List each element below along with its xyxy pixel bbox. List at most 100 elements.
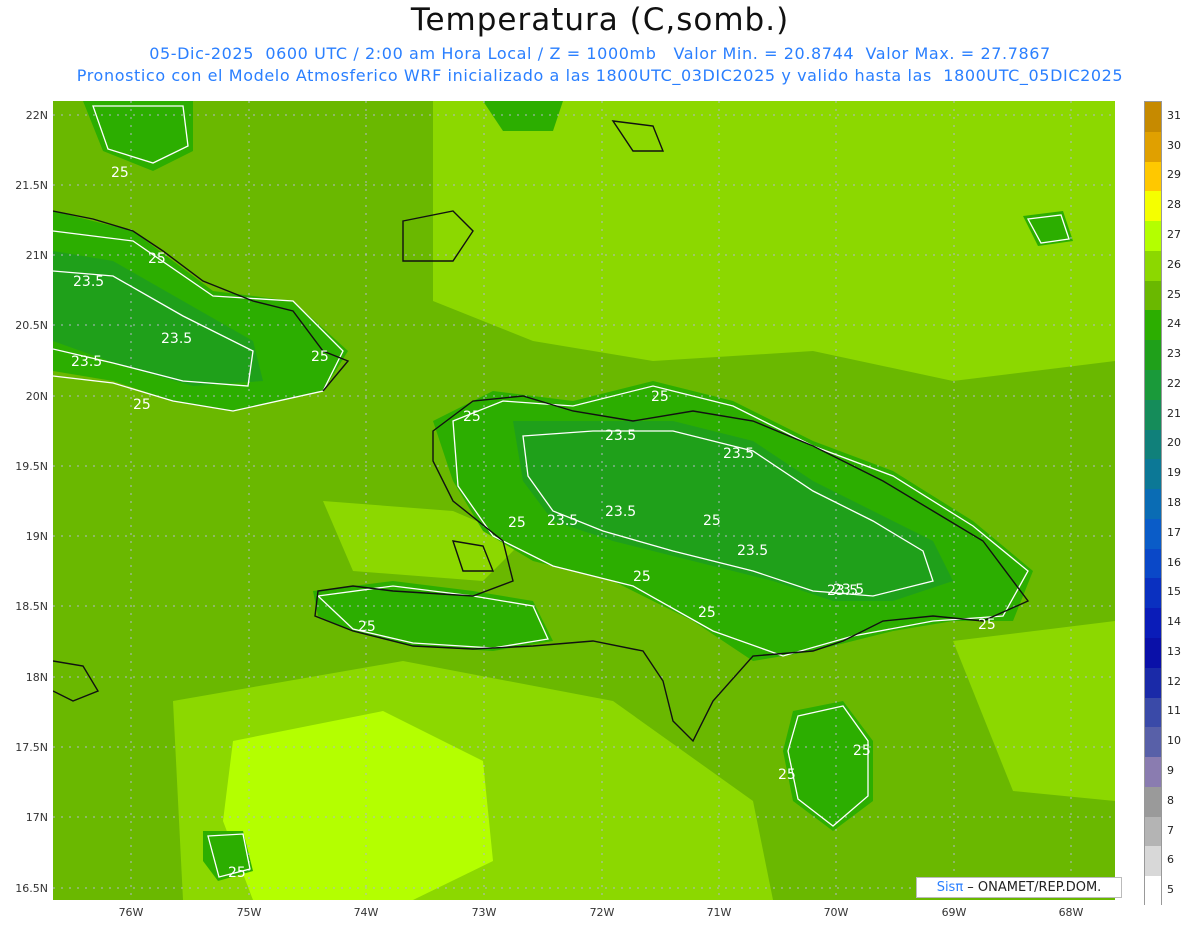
colorbar-swatch	[1145, 310, 1161, 341]
contour-label: 25	[111, 165, 129, 181]
lon-label: 69W	[941, 906, 967, 919]
contour-label: 25	[508, 515, 526, 531]
lat-label: 19N	[25, 530, 48, 543]
lon-label: 74W	[353, 906, 379, 919]
lat-label: 22N	[25, 109, 48, 122]
contour-label: 23.5	[71, 354, 102, 370]
contour-label: 25	[311, 349, 329, 365]
colorbar-label: 5	[1167, 883, 1174, 897]
colorbar-label: 11	[1167, 704, 1181, 718]
lat-label: 20N	[25, 390, 48, 403]
colorbar-swatch	[1145, 757, 1161, 788]
colorbar-swatch	[1145, 459, 1161, 490]
lon-label: 76W	[118, 906, 144, 919]
colorbar-label: 15	[1167, 585, 1181, 599]
colorbar-swatch	[1145, 667, 1161, 699]
contour-label: 25	[148, 251, 166, 267]
colorbar-swatch	[1145, 191, 1161, 222]
lon-label: 70W	[823, 906, 849, 919]
lon-label: 72W	[589, 906, 615, 919]
colorbar-label: 25	[1167, 287, 1181, 301]
colorbar-swatch	[1145, 340, 1161, 371]
colorbar-swatch	[1145, 727, 1161, 758]
colorbar-swatch	[1145, 370, 1161, 401]
credit-text: – ONAMET/REP.DOM.	[963, 880, 1102, 895]
colorbar-label: 18	[1167, 496, 1181, 509]
colorbar-swatch	[1145, 816, 1161, 847]
colorbar-swatch	[1145, 221, 1161, 252]
contour-label: 23.5	[605, 504, 636, 520]
colorbar-swatch	[1145, 697, 1161, 728]
colorbar-swatch	[1145, 608, 1161, 639]
lat-label: 18.5N	[15, 600, 48, 613]
contour-label: 25	[651, 389, 669, 405]
colorbar-label: 19	[1167, 466, 1181, 480]
colorbar-label: 8	[1167, 793, 1174, 807]
contour-label: 23.5	[73, 274, 104, 290]
lat-label: 19.5N	[15, 460, 48, 473]
colorbar-swatch	[1145, 429, 1161, 460]
contour-label: 23.5	[723, 446, 754, 462]
colorbar-label: 22	[1167, 376, 1181, 390]
colorbar-swatch	[1145, 161, 1161, 192]
lon-label: 68W	[1058, 906, 1084, 919]
lat-label: 21.5N	[15, 179, 48, 192]
contour-label: 23.5	[161, 331, 192, 347]
lat-label: 21N	[25, 249, 48, 262]
colorbar-swatch	[1145, 250, 1161, 282]
contour-label: 25	[228, 865, 246, 881]
colorbar-swatch	[1145, 131, 1161, 163]
colorbar-label: 26	[1167, 257, 1181, 271]
lon-label: 71W	[706, 906, 732, 919]
colorbar-label: 31	[1167, 108, 1181, 122]
colorbar-label: 21	[1167, 406, 1181, 420]
lon-label: 73W	[471, 906, 497, 919]
colorbar-label: 9	[1167, 764, 1174, 777]
colorbar-swatch	[1145, 280, 1161, 311]
credit-brand: Sisπ	[936, 880, 964, 895]
contour-label: 25	[853, 743, 871, 759]
contour-label: 25	[978, 617, 996, 633]
colorbar-label: 24	[1167, 317, 1181, 331]
contour-label: 23.5	[605, 428, 636, 444]
colorbar-swatch	[1145, 518, 1161, 550]
colorbar-swatch	[1145, 548, 1161, 579]
lat-label: 17N	[25, 811, 48, 824]
contour-label: 25	[358, 619, 376, 635]
colorbar-swatch	[1145, 489, 1161, 520]
contour-label: 23.5	[737, 543, 768, 559]
colorbar-swatch	[1145, 846, 1161, 877]
colorbar-label: 30	[1167, 138, 1181, 152]
colorbar-swatch	[1145, 578, 1161, 609]
colorbar-label: 29	[1167, 168, 1181, 182]
contour-label: 25	[778, 767, 796, 783]
colorbar-label: 12	[1167, 674, 1181, 688]
lat-label: 18N	[25, 671, 48, 684]
colorbar-label: 13	[1167, 644, 1181, 658]
colorbar-label: 27	[1167, 228, 1181, 241]
contour-label: 25	[633, 569, 651, 585]
colorbar-swatch	[1145, 876, 1161, 907]
contour-label: 25	[698, 605, 716, 621]
colorbar-label: 20	[1167, 436, 1181, 450]
colorbar-label: 16	[1167, 555, 1181, 569]
colorbar-swatch	[1145, 399, 1161, 431]
map-title: Temperatura (C,somb.)	[410, 2, 790, 38]
lat-label: 17.5N	[15, 741, 48, 754]
colorbar	[1144, 101, 1162, 907]
colorbar-label: 14	[1167, 615, 1181, 629]
map-subtitle-model-run: Pronostico con el Modelo Atmosferico WRF…	[76, 66, 1124, 85]
credit-box: Sisπ – ONAMET/REP.DOM.	[916, 877, 1122, 898]
colorbar-swatch	[1145, 786, 1161, 818]
colorbar-label: 28	[1167, 198, 1181, 212]
map-subtitle-valid-time: 05-Dic-2025 0600 UTC / 2:00 am Hora Loca…	[149, 44, 1051, 63]
colorbar-label: 23	[1167, 347, 1181, 361]
lat-label: 20.5N	[15, 319, 48, 332]
contour-label: 23.5	[833, 582, 864, 598]
colorbar-label: 10	[1167, 734, 1181, 748]
contour-label: 25	[703, 513, 721, 529]
temperature-map: 25 25 23.5 23.5 23.5 25 25 25 25 23.5 23.5 23.5 25 23…	[53, 101, 1115, 900]
shade-26-north	[433, 101, 1115, 381]
lat-label: 16.5N	[15, 882, 48, 895]
contour-label: 23.5	[547, 513, 578, 529]
